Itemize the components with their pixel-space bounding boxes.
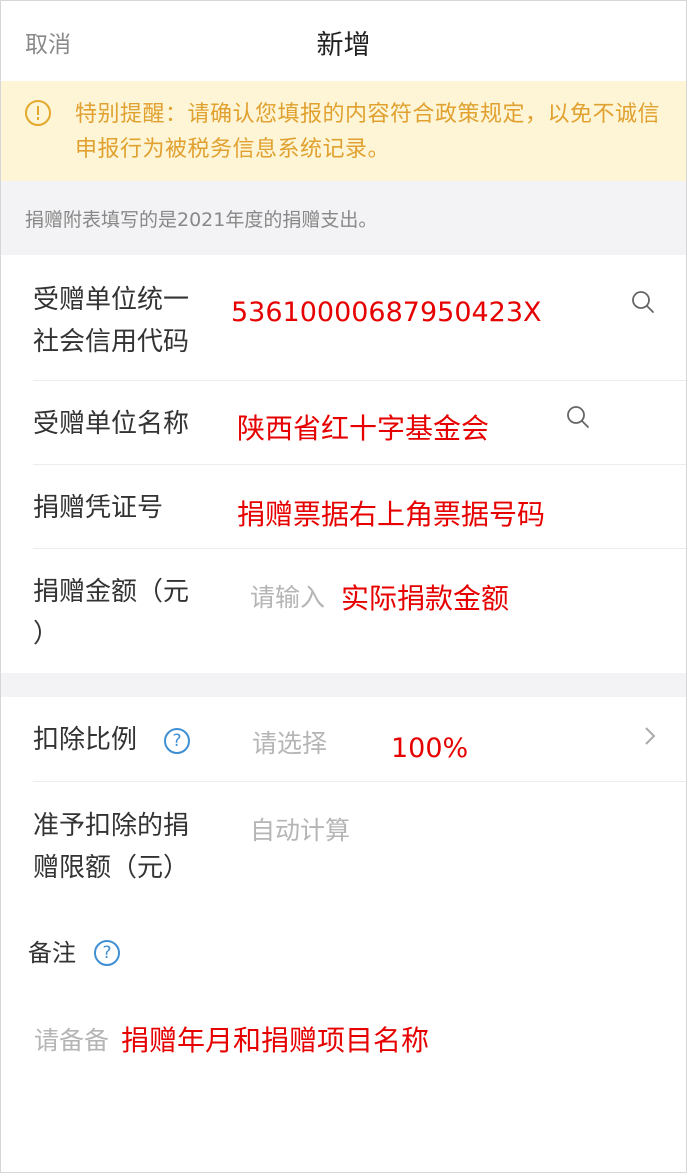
limit-label-2: 赠限额（元） [33, 853, 190, 883]
credit-code-annotation: 53610000687950423X [231, 297, 542, 328]
info-text: 捐赠附表填写的是2021年度的捐赠支出。 [25, 209, 378, 231]
page-title: 新增 [316, 30, 371, 61]
org-name-label: 受赠单位名称 [33, 409, 190, 439]
amount-label-1: 捐赠金额（元 [33, 577, 190, 607]
credit-code-label-1: 受赠单位统一 [33, 285, 190, 315]
section-gap [1, 673, 686, 697]
credit-code-label-2: 社会信用代码 [33, 327, 190, 357]
form-page: 取消 新增 特别提醒：请确认您填报的内容符合政策规定，以免不诚信申报行为被税务信… [0, 0, 687, 1173]
question-circle-icon[interactable]: ? [164, 728, 190, 754]
row-divider [33, 380, 686, 381]
voucher-annotation: 捐赠票据右上角票据号码 [237, 498, 546, 531]
org-name-annotation: 陕西省红十字基金会 [237, 412, 490, 445]
search-icon[interactable] [631, 290, 655, 314]
notice-text: 特别提醒：请确认您填报的内容符合政策规定，以免不诚信申报行为被税务信息系统记录。 [75, 102, 661, 162]
ratio-label: 扣除比例 [33, 725, 138, 755]
amount-label-2: ） [33, 619, 60, 649]
voucher-label: 捐赠凭证号 [33, 493, 164, 523]
limit-label-1: 准予扣除的捐 [33, 811, 190, 841]
info-circle-icon [25, 100, 51, 126]
amount-input[interactable]: 请输入 [250, 578, 325, 614]
remark-input[interactable]: 请备备 [34, 1021, 109, 1057]
amount-annotation: 实际捐款金额 [341, 582, 510, 615]
remark-annotation: 捐赠年月和捐赠项目名称 [121, 1024, 430, 1057]
row-divider [33, 464, 686, 465]
row-divider [33, 548, 686, 549]
row-divider [33, 781, 686, 782]
top-bar: 取消 新增 [1, 1, 686, 81]
chevron-right-icon[interactable] [643, 724, 657, 748]
ratio-select[interactable]: 请选择 [252, 724, 327, 760]
remark-label: 备注 [28, 939, 76, 967]
ratio-annotation: 100% [391, 733, 469, 764]
limit-value: 自动计算 [250, 816, 351, 845]
question-circle-icon[interactable]: ? [94, 940, 120, 966]
search-icon[interactable] [566, 405, 590, 429]
